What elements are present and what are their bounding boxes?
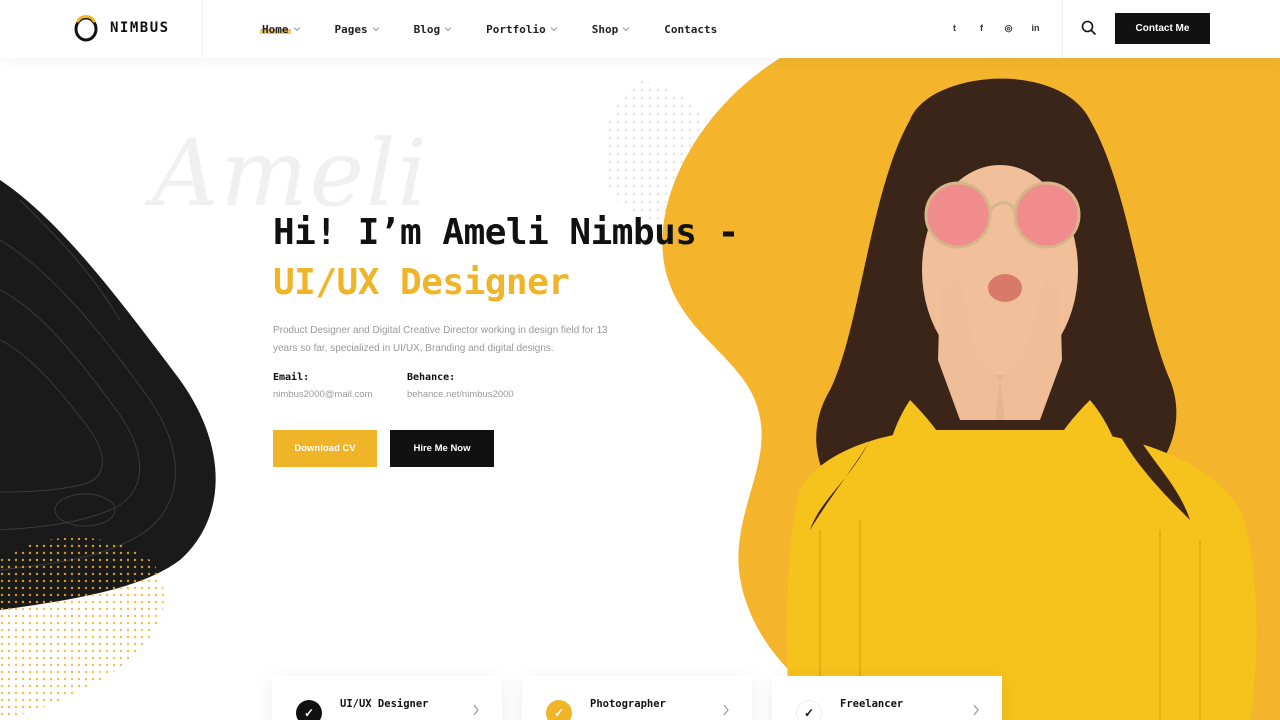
check-icon: ✓ bbox=[796, 700, 822, 720]
behance-label: Behance: bbox=[407, 372, 456, 383]
linkedin-icon[interactable]: in bbox=[1029, 21, 1042, 35]
nav-item-label: Pages bbox=[334, 22, 368, 36]
email-info: Email: nimbus2000@mail.com bbox=[273, 372, 383, 400]
header-divider bbox=[1062, 0, 1063, 58]
check-circle-icon: ✓ bbox=[296, 700, 322, 720]
chevron-right-icon bbox=[723, 704, 729, 716]
hero-subtitle: UI/UX Designer bbox=[273, 262, 570, 303]
logo[interactable]: NIMBUS bbox=[72, 12, 170, 44]
nav-item-shop[interactable]: Shop bbox=[592, 23, 631, 36]
hero-section: Hi! I’m Ameli Nimbus - UI/UX Designer Pr… bbox=[273, 208, 739, 467]
service-cards: ✓ UI/UX Designer ✓ Photographer ✓ Freela… bbox=[272, 676, 1002, 720]
brand-name: NIMBUS bbox=[110, 20, 170, 36]
hero-description: Product Designer and Digital Creative Di… bbox=[273, 325, 608, 354]
nav-item-blog[interactable]: Blog bbox=[414, 23, 453, 36]
service-card-title: Freelancer bbox=[840, 698, 904, 710]
facebook-icon[interactable]: f bbox=[975, 21, 988, 35]
behance-value[interactable]: behance.net/nimbus2000 bbox=[407, 389, 517, 400]
nav-item-portfolio[interactable]: Portfolio bbox=[486, 23, 558, 36]
site-header: NIMBUS Home Pages Blog Portfolio Shop Co… bbox=[0, 0, 1280, 58]
nav-item-home[interactable]: Home bbox=[260, 22, 301, 36]
download-cv-button[interactable]: Download CV bbox=[273, 430, 377, 467]
service-card-uiux[interactable]: ✓ UI/UX Designer bbox=[272, 676, 502, 720]
twitter-icon[interactable]: t bbox=[948, 21, 961, 35]
chevron-down-icon bbox=[622, 27, 630, 32]
nav-item-label: Shop bbox=[591, 22, 619, 36]
nav-item-label: Blog bbox=[413, 22, 441, 36]
chevron-down-icon bbox=[550, 27, 558, 32]
search-icon[interactable] bbox=[1080, 19, 1098, 37]
email-value[interactable]: nimbus2000@mail.com bbox=[273, 389, 383, 400]
social-links: t f ◎ in bbox=[948, 21, 1042, 35]
chevron-right-icon bbox=[473, 704, 479, 716]
hire-me-button[interactable]: Hire Me Now bbox=[390, 430, 494, 467]
logo-ring-icon bbox=[74, 15, 98, 42]
service-card-freelancer[interactable]: ✓ Freelancer bbox=[772, 676, 1002, 720]
topographic-blob-decoration bbox=[0, 180, 216, 720]
chevron-down-icon bbox=[444, 27, 452, 32]
portrait-illustration bbox=[787, 78, 1257, 720]
service-card-photographer[interactable]: ✓ Photographer bbox=[522, 676, 752, 720]
nav-item-label: Home bbox=[260, 22, 290, 36]
hero-buttons: Download CV Hire Me Now bbox=[273, 430, 739, 467]
chevron-down-icon bbox=[372, 27, 379, 32]
main-nav: Home Pages Blog Portfolio Shop Contacts bbox=[260, 0, 751, 58]
service-card-title: UI/UX Designer bbox=[340, 698, 429, 710]
service-card-title: Photographer bbox=[590, 698, 666, 710]
nav-item-label: Contacts bbox=[664, 22, 718, 36]
chevron-right-icon bbox=[973, 704, 979, 716]
nav-item-pages[interactable]: Pages bbox=[335, 23, 380, 36]
header-divider bbox=[202, 0, 203, 58]
check-circle-icon: ✓ bbox=[546, 700, 572, 720]
hero-title: Hi! I’m Ameli Nimbus - bbox=[273, 212, 739, 253]
contact-me-button[interactable]: Contact Me bbox=[1115, 13, 1210, 44]
nav-item-label: Portfolio bbox=[486, 22, 546, 36]
nav-item-contacts[interactable]: Contacts bbox=[664, 23, 717, 36]
contact-info: Email: nimbus2000@mail.com Behance: beha… bbox=[273, 372, 739, 400]
behance-info: Behance: behance.net/nimbus2000 bbox=[407, 372, 517, 400]
email-label: Email: bbox=[273, 372, 310, 383]
instagram-icon[interactable]: ◎ bbox=[1002, 21, 1015, 35]
chevron-down-icon bbox=[293, 27, 300, 32]
